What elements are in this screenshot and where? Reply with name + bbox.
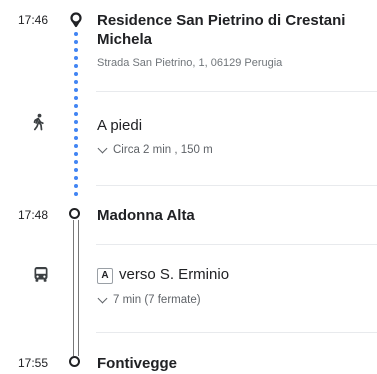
walk-route-dot [74,152,78,156]
walk-route-dot [74,80,78,84]
divider [96,91,377,92]
stop-circle-icon [69,356,80,367]
divider [96,332,377,333]
walk-detail-text: Circa 2 min , 150 m [113,144,213,156]
walk-route-dot [74,96,78,100]
walk-route-dot [74,176,78,180]
walk-route-dot [74,88,78,92]
walk-route-dot [74,128,78,132]
bus-detail-text: 7 min (7 fermate) [113,294,201,306]
location-pin-icon [69,12,83,28]
walk-route-dot [74,136,78,140]
start-time: 17:46 [18,13,49,27]
walk-route-dot [74,56,78,60]
walk-route-dot [74,160,78,164]
walk-route-dot [74,32,78,36]
walk-route-dot [74,104,78,108]
walk-route-dot [74,64,78,68]
bus-details-toggle[interactable]: 7 min (7 fermate) [97,293,201,306]
bus-direction: verso S. Erminio [119,266,230,283]
walk-route-dot [74,112,78,116]
divider [96,244,377,245]
walk-route-dot [74,120,78,124]
walk-details-toggle[interactable]: Circa 2 min , 150 m [97,143,213,156]
walk-route-dot [74,72,78,76]
stop-circle-icon [69,208,80,219]
walk-route-dot [74,48,78,52]
divider [96,185,377,186]
start-stop-name-line2: Michela [97,31,153,48]
walk-label: A piedi [97,117,143,134]
bus-icon [33,266,49,283]
end-stop-name[interactable]: Fontivegge [97,354,177,373]
bus-line-badge: A [97,268,113,284]
start-stop-name-line1: Residence San Pietrino di Crestani [97,12,346,29]
bus-route-line [73,220,79,356]
walk-route-dots [74,32,78,200]
chevron-down-icon [97,293,108,304]
transfer-time: 17:48 [18,208,49,222]
end-time: 17:55 [18,356,49,370]
start-address: Strada San Pietrino, 1, 06129 Perugia [97,57,283,69]
walk-route-dot [74,184,78,188]
walk-route-dot [74,144,78,148]
walking-person-icon [32,113,46,131]
start-stop-name[interactable]: Residence San Pietrino di Crestani Miche… [97,11,345,49]
walk-route-dot [74,40,78,44]
walk-route-dot [74,168,78,172]
chevron-down-icon [97,143,108,154]
transfer-stop-name[interactable]: Madonna Alta [97,206,195,225]
bus-line-direction[interactable]: Averso S. Erminio [97,266,229,284]
walk-route-dot [74,192,78,196]
